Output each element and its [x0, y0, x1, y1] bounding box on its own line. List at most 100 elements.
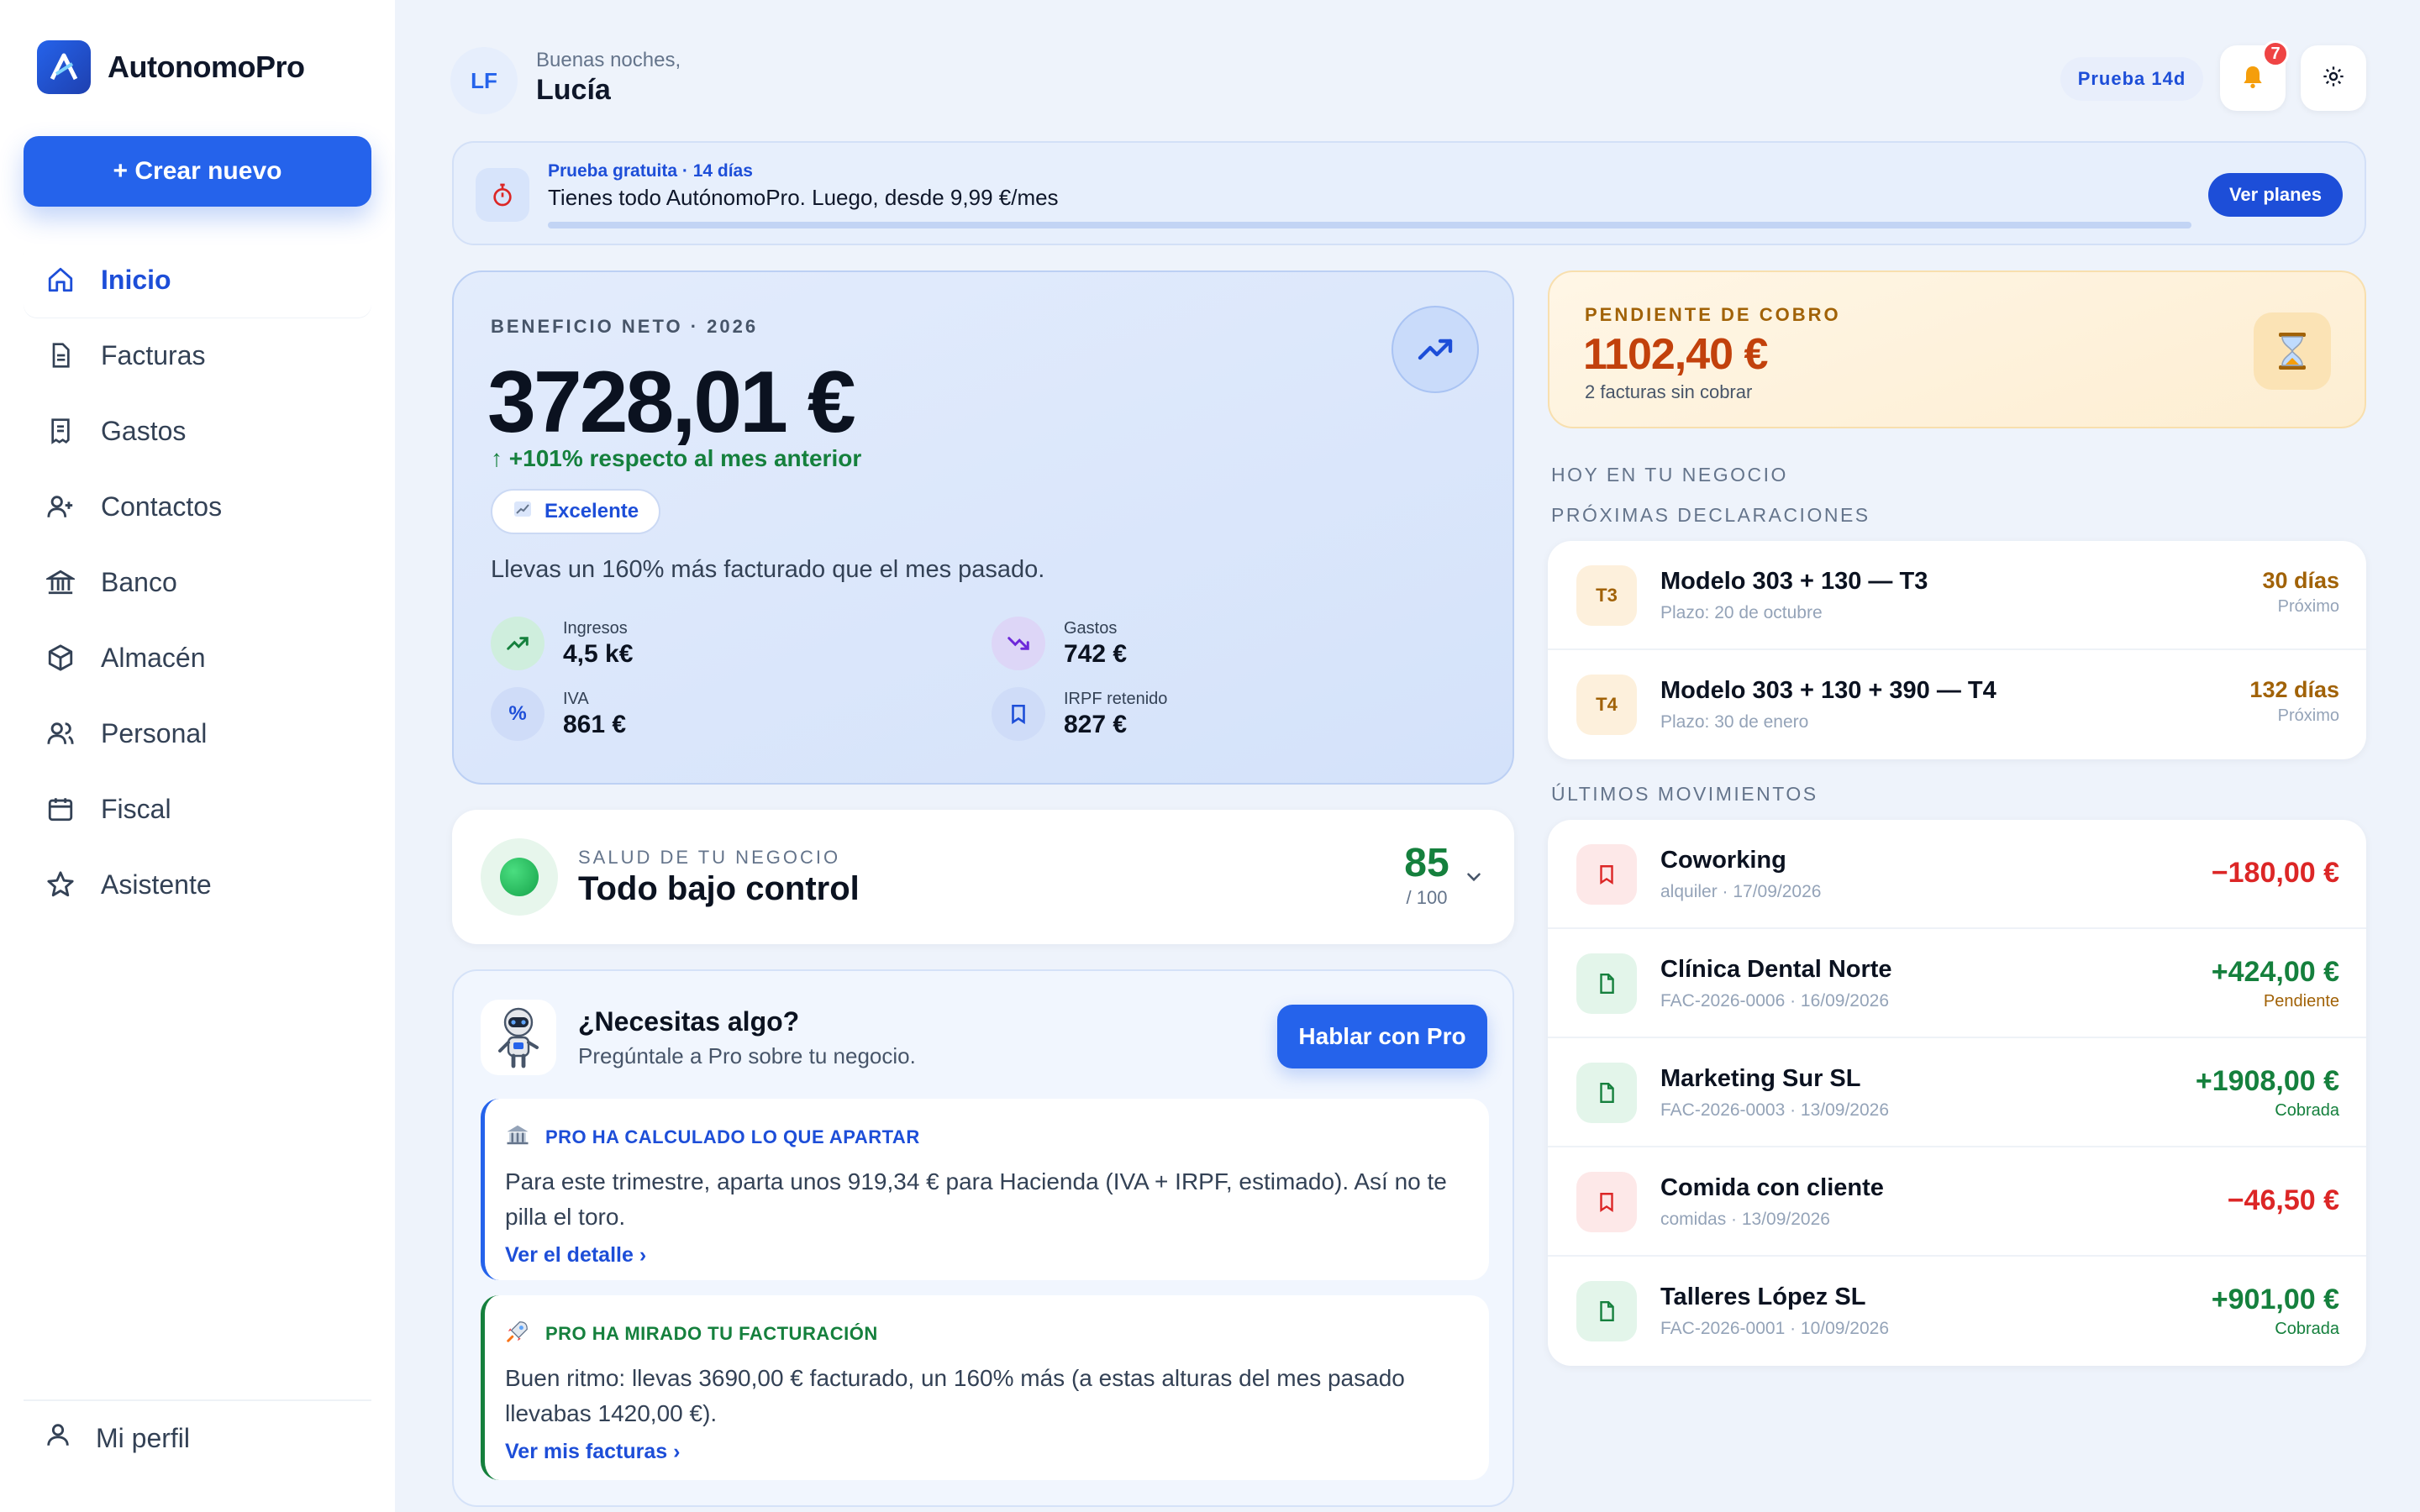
movement-title: Comida con cliente: [1660, 1174, 1884, 1201]
notifications-button[interactable]: 7: [2220, 40, 2289, 111]
sidebar-item-gastos[interactable]: Gastos: [24, 393, 371, 469]
avatar[interactable]: LF: [450, 47, 518, 114]
declarations-list: T3 Modelo 303 + 130 — T3 Plazo: 20 de oc…: [1548, 541, 2366, 759]
chart-icon: [513, 499, 533, 525]
tip-text: Para este trimestre, aparta unos 919,34 …: [505, 1168, 1447, 1230]
invoice-document-icon: [1576, 1063, 1637, 1123]
movement-amount: −180,00 €: [2211, 857, 2339, 889]
settings-button[interactable]: [2301, 45, 2366, 111]
banner-subtitle: Prueba gratuita · 14 días: [548, 161, 753, 181]
assistant-tip-billing: PRO HA MIRADO TU FACTURACIÓN Buen ritmo:…: [481, 1295, 1489, 1480]
sidebar-item-personal[interactable]: Personal: [24, 696, 371, 771]
health-indicator: [481, 838, 558, 916]
sidebar-item-profile[interactable]: Mi perfil: [24, 1399, 371, 1475]
sidebar-item-contactos[interactable]: Contactos: [24, 469, 371, 544]
greeting: Buenas noches,: [536, 49, 681, 71]
rocket-icon: [505, 1319, 530, 1349]
movement-title: Coworking: [1660, 847, 1786, 874]
movements-list: Coworking alquiler · 17/09/2026 −180,00 …: [1548, 820, 2366, 1366]
movement-title: Marketing Sur SL: [1660, 1065, 1861, 1092]
movement-subtitle: alquiler · 17/09/2026: [1660, 882, 1822, 901]
declaration-deadline: Plazo: 20 de octubre: [1660, 603, 1823, 622]
declaration-countdown: 30 días Próximo: [2262, 568, 2339, 617]
declaration-title: Modelo 303 + 130 + 390 — T4: [1660, 677, 1996, 704]
home-icon: [44, 263, 77, 297]
trend-up-icon: [1392, 306, 1479, 393]
see-plans-button[interactable]: Ver planes: [2208, 173, 2343, 217]
trial-banner: Prueba gratuita · 14 días Tienes todo Au…: [452, 141, 2366, 245]
chevron-down-icon[interactable]: [1457, 860, 1491, 894]
quarter-badge: T3: [1576, 565, 1637, 626]
sidebar-item-banco[interactable]: Banco: [24, 544, 371, 620]
metric-irpf: IRPF retenido 827 €: [992, 687, 1167, 741]
calendar-icon: [44, 792, 77, 826]
pending-collection-card[interactable]: PENDIENTE DE COBRO 1102,40 € 2 facturas …: [1548, 270, 2366, 428]
movement-amount-block: +424,00 € Pendiente: [2212, 956, 2339, 1011]
health-eyebrow: SALUD DE TU NEGOCIO: [578, 847, 841, 868]
brand-name: AutonomoPro: [108, 50, 305, 84]
metric-value: 4,5 k€: [563, 639, 634, 668]
sidebar-item-inicio[interactable]: Inicio: [24, 242, 371, 318]
business-health-card[interactable]: SALUD DE TU NEGOCIO Todo bajo control 85…: [452, 810, 1514, 944]
movement-status: Cobrada: [2275, 1101, 2339, 1120]
movement-amount-block: −46,50 €: [2228, 1174, 2339, 1217]
movement-status: Cobrada: [2275, 1320, 2339, 1338]
sidebar-item-label: Inicio: [101, 264, 171, 295]
table-row[interactable]: Coworking alquiler · 17/09/2026 −180,00 …: [1548, 820, 2366, 929]
brand[interactable]: AutonomoPro: [37, 40, 305, 94]
user-icon: [44, 1420, 72, 1456]
list-item[interactable]: T3 Modelo 303 + 130 — T3 Plazo: 20 de oc…: [1548, 541, 2366, 650]
table-row[interactable]: Comida con cliente comidas · 13/09/2026 …: [1548, 1147, 2366, 1257]
health-title: Todo bajo control: [578, 870, 860, 907]
view-invoices-link[interactable]: Ver mis facturas ›: [505, 1440, 1465, 1464]
metric-income: Ingresos 4,5 k€: [491, 617, 633, 670]
profit-chip-label: Excelente: [544, 500, 639, 522]
assistant-title: ¿Necesitas algo?: [578, 1006, 800, 1037]
sidebar-item-label: Banco: [101, 566, 177, 597]
invoice-document-icon: [1576, 1281, 1637, 1341]
trial-badge[interactable]: Prueba 14d: [2060, 57, 2203, 101]
movement-subtitle: FAC-2026-0006 · 16/09/2026: [1660, 991, 1890, 1011]
profit-change: ↑ +101% respecto al mes anterior: [491, 445, 861, 472]
table-row[interactable]: Talleres López SL FAC-2026-0001 · 10/09/…: [1548, 1257, 2366, 1366]
movement-amount: +1908,00 €: [2195, 1065, 2339, 1097]
sidebar-item-facturas[interactable]: Facturas: [24, 318, 371, 393]
assistant-subtitle: Pregúntale a Pro sobre tu negocio.: [578, 1043, 916, 1068]
table-row[interactable]: Marketing Sur SL FAC-2026-0003 · 13/09/2…: [1548, 1038, 2366, 1147]
profit-eyebrow: BENEFICIO NETO · 2026: [491, 316, 759, 337]
movement-amount: −46,50 €: [2227, 1184, 2339, 1216]
sidebar-item-label: Contactos: [101, 491, 223, 522]
sidebar-item-fiscal[interactable]: Fiscal: [24, 771, 371, 847]
star-icon: [44, 868, 77, 901]
brand-logo-icon: [37, 40, 91, 94]
sidebar-item-label: Almacén: [101, 642, 206, 673]
net-profit-card[interactable]: BENEFICIO NETO · 2026 3728,01 € ↑ +101% …: [452, 270, 1514, 785]
view-detail-link[interactable]: Ver el detalle ›: [505, 1243, 1465, 1268]
table-row[interactable]: Clínica Dental Norte FAC-2026-0006 · 16/…: [1548, 929, 2366, 1038]
bank-icon: [44, 565, 77, 599]
expense-receipt-icon: [1576, 844, 1637, 905]
sidebar: AutonomoPro + Crear nuevo Inicio Factura…: [0, 0, 395, 1512]
sidebar-item-label: Personal: [101, 717, 208, 748]
profit-status-chip: Excelente: [491, 489, 661, 534]
today-section-label: HOY EN TU NEGOCIO: [1551, 464, 1788, 486]
movement-subtitle: FAC-2026-0001 · 10/09/2026: [1660, 1319, 1890, 1338]
sidebar-item-almacen[interactable]: Almacén: [24, 620, 371, 696]
sidebar-item-label: Asistente: [101, 869, 212, 900]
trial-progress-bar: [548, 222, 2191, 228]
declaration-deadline: Plazo: 30 de enero: [1660, 712, 1809, 732]
assistant-tip-savings: PRO HA CALCULADO LO QUE APARTAR Para est…: [481, 1099, 1489, 1280]
metric-value: 827 €: [1064, 710, 1128, 738]
list-item[interactable]: T4 Modelo 303 + 130 + 390 — T4 Plazo: 30…: [1548, 650, 2366, 759]
create-new-button[interactable]: + Crear nuevo: [24, 136, 371, 207]
user-name: Lucía: [536, 74, 611, 106]
pending-eyebrow: PENDIENTE DE COBRO: [1585, 304, 1841, 325]
talk-to-pro-button[interactable]: Hablar con Pro: [1277, 1005, 1487, 1068]
sidebar-item-label: Fiscal: [101, 793, 171, 824]
metric-value: 742 €: [1064, 639, 1128, 668]
declaration-note: Próximo: [2277, 597, 2339, 616]
health-status-dot: [500, 858, 539, 896]
banner-title: Tienes todo AutónomoPro. Luego, desde 9,…: [548, 185, 1059, 210]
metric-label: Gastos: [1064, 618, 1118, 638]
sidebar-item-asistente[interactable]: Asistente: [24, 847, 371, 922]
